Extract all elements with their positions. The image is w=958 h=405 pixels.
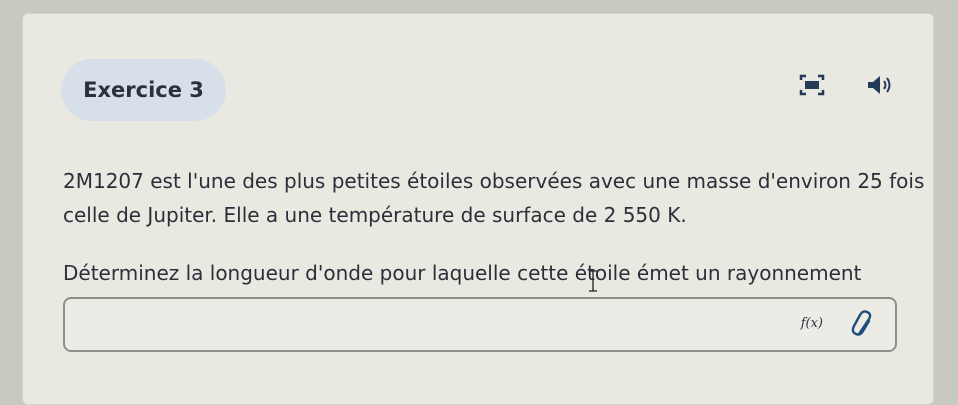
question-line-3: Déterminez la longueur d'onde pour laque… (63, 261, 862, 285)
fullscreen-button[interactable] (795, 70, 829, 100)
fullscreen-icon (799, 74, 825, 96)
question-paragraph-1: 2M1207 est l'une des plus petites étoile… (63, 164, 925, 232)
paperclip-icon[interactable] (851, 310, 875, 340)
exercise-title: Exercice 3 (83, 78, 204, 102)
exercise-card: Exercice 3 2M1207 est l'une des plus pet… (22, 13, 934, 405)
formula-button[interactable]: f(x) (801, 316, 823, 331)
exercise-title-pill: Exercice 3 (61, 59, 226, 121)
audio-button[interactable] (863, 70, 897, 100)
question-line-2: celle de Jupiter. Elle a une température… (63, 203, 687, 227)
text-cursor-icon (589, 270, 597, 292)
answer-input[interactable]: f(x) (63, 297, 897, 352)
speaker-icon (868, 76, 891, 94)
question-line-1: 2M1207 est l'une des plus petites étoile… (63, 169, 925, 193)
